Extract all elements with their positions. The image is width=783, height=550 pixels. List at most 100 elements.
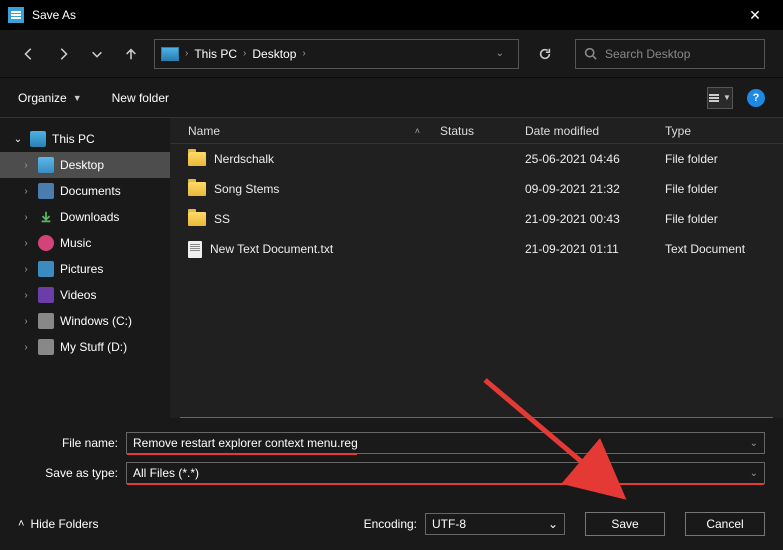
tree-label: My Stuff (D:) xyxy=(60,340,127,354)
file-rows: Nerdschalk25-06-2021 04:46File folderSon… xyxy=(170,144,783,417)
expand-icon[interactable]: › xyxy=(20,290,32,301)
tree-music[interactable]: › Music xyxy=(0,230,170,256)
toolbar: Organize ▼ New folder ▼ ? xyxy=(0,78,783,118)
column-date[interactable]: Date modified xyxy=(525,124,665,138)
filename-value: Remove restart explorer context menu.reg xyxy=(133,436,358,450)
chevron-right-icon[interactable]: › xyxy=(243,48,246,59)
breadcrumb-root[interactable]: This PC xyxy=(194,47,237,61)
tree-pictures[interactable]: › Pictures xyxy=(0,256,170,282)
pc-icon xyxy=(161,47,179,61)
close-button[interactable]: ✕ xyxy=(735,7,775,24)
column-headers: Name˄ Status Date modified Type xyxy=(170,118,783,144)
file-list: Name˄ Status Date modified Type Nerdscha… xyxy=(170,118,783,418)
saveastype-label: Save as type: xyxy=(18,466,118,480)
titlebar: Save As ✕ xyxy=(0,0,783,30)
folder-icon xyxy=(188,212,206,226)
organize-menu[interactable]: Organize ▼ xyxy=(18,91,82,105)
expand-icon[interactable]: › xyxy=(20,160,32,171)
expand-icon[interactable]: › xyxy=(20,238,32,249)
downloads-icon xyxy=(38,209,54,225)
filename-label: File name: xyxy=(18,436,118,450)
hide-folders-label: Hide Folders xyxy=(30,517,98,531)
documents-icon xyxy=(38,183,54,199)
filename-input[interactable]: Remove restart explorer context menu.reg… xyxy=(126,432,765,454)
window-title: Save As xyxy=(32,8,76,22)
expand-icon[interactable]: › xyxy=(20,212,32,223)
file-type: Text Document xyxy=(665,242,783,256)
forward-button[interactable] xyxy=(52,43,74,65)
file-date: 21-09-2021 01:11 xyxy=(525,242,665,256)
footer: ˄ Hide Folders Encoding: UTF-8 ⌄ Save Ca… xyxy=(0,502,783,550)
view-options-button[interactable]: ▼ xyxy=(707,87,733,109)
drive-icon xyxy=(38,313,54,329)
scroll-line xyxy=(180,417,773,418)
txtfile-icon xyxy=(188,241,202,258)
breadcrumb-folder[interactable]: Desktop xyxy=(252,47,296,61)
encoding-label: Encoding: xyxy=(364,517,417,531)
music-icon xyxy=(38,235,54,251)
file-row[interactable]: Nerdschalk25-06-2021 04:46File folder xyxy=(170,144,783,174)
cancel-button[interactable]: Cancel xyxy=(685,512,765,536)
tree-videos[interactable]: › Videos xyxy=(0,282,170,308)
app-icon xyxy=(8,7,24,23)
drive-icon xyxy=(38,339,54,355)
pictures-icon xyxy=(38,261,54,277)
saveastype-select[interactable]: All Files (*.*) ⌄ xyxy=(126,462,765,484)
file-name: Song Stems xyxy=(214,182,279,196)
file-row[interactable]: Song Stems09-09-2021 21:32File folder xyxy=(170,174,783,204)
tree-desktop[interactable]: › Desktop xyxy=(0,152,170,178)
file-name: New Text Document.txt xyxy=(210,242,333,256)
file-date: 25-06-2021 04:46 xyxy=(525,152,665,166)
collapse-icon[interactable]: ⌄ xyxy=(12,134,24,145)
file-name: SS xyxy=(214,212,230,226)
tree-downloads[interactable]: › Downloads xyxy=(0,204,170,230)
expand-icon[interactable]: › xyxy=(20,342,32,353)
new-folder-button[interactable]: New folder xyxy=(112,91,169,105)
tree-this-pc[interactable]: ⌄ This PC xyxy=(0,126,170,152)
file-type: File folder xyxy=(665,182,783,196)
save-button[interactable]: Save xyxy=(585,512,665,536)
up-button[interactable] xyxy=(120,43,142,65)
address-bar[interactable]: › This PC › Desktop › ⌄ xyxy=(154,39,519,69)
back-button[interactable] xyxy=(18,43,40,65)
encoding-select[interactable]: UTF-8 ⌄ xyxy=(425,513,565,535)
search-placeholder: Search Desktop xyxy=(605,47,690,61)
hide-folders-button[interactable]: ˄ Hide Folders xyxy=(18,517,98,531)
expand-icon[interactable]: › xyxy=(20,264,32,275)
file-row[interactable]: SS21-09-2021 00:43File folder xyxy=(170,204,783,234)
chevron-down-icon[interactable]: ⌄ xyxy=(750,438,758,449)
tree-label: Videos xyxy=(60,288,96,302)
tree-documents[interactable]: › Documents xyxy=(0,178,170,204)
chevron-right-icon[interactable]: › xyxy=(185,48,188,59)
search-input[interactable]: Search Desktop xyxy=(575,39,765,69)
file-name: Nerdschalk xyxy=(214,152,274,166)
column-name[interactable]: Name˄ xyxy=(170,124,440,138)
main-area: ⌄ This PC › Desktop › Documents › Downlo… xyxy=(0,118,783,418)
tree-drive-c[interactable]: › Windows (C:) xyxy=(0,308,170,334)
tree-label: This PC xyxy=(52,132,95,146)
expand-icon[interactable]: › xyxy=(20,186,32,197)
folder-icon xyxy=(188,182,206,196)
sort-asc-icon: ˄ xyxy=(415,126,420,136)
sidebar: ⌄ This PC › Desktop › Documents › Downlo… xyxy=(0,118,170,418)
help-button[interactable]: ? xyxy=(747,89,765,107)
folder-icon xyxy=(188,152,206,166)
chevron-right-icon[interactable]: › xyxy=(302,48,305,59)
column-type[interactable]: Type xyxy=(665,124,783,138)
pc-icon xyxy=(30,131,46,147)
refresh-button[interactable] xyxy=(531,40,559,68)
tree-label: Downloads xyxy=(60,210,119,224)
tree-drive-d[interactable]: › My Stuff (D:) xyxy=(0,334,170,360)
expand-icon[interactable]: › xyxy=(20,316,32,327)
recent-dropdown[interactable] xyxy=(86,43,108,65)
search-icon xyxy=(584,47,597,60)
column-status[interactable]: Status xyxy=(440,124,525,138)
saveastype-value: All Files (*.*) xyxy=(133,466,199,480)
file-row[interactable]: New Text Document.txt 21-09-2021 01:11Tex… xyxy=(170,234,783,264)
chevron-down-icon[interactable]: ⌄ xyxy=(750,468,758,479)
address-dropdown[interactable]: ⌄ xyxy=(496,48,504,59)
file-date: 21-09-2021 00:43 xyxy=(525,212,665,226)
tree-label: Desktop xyxy=(60,158,104,172)
navbar: › This PC › Desktop › ⌄ Search Desktop xyxy=(0,30,783,78)
chevron-down-icon: ▼ xyxy=(723,93,731,102)
